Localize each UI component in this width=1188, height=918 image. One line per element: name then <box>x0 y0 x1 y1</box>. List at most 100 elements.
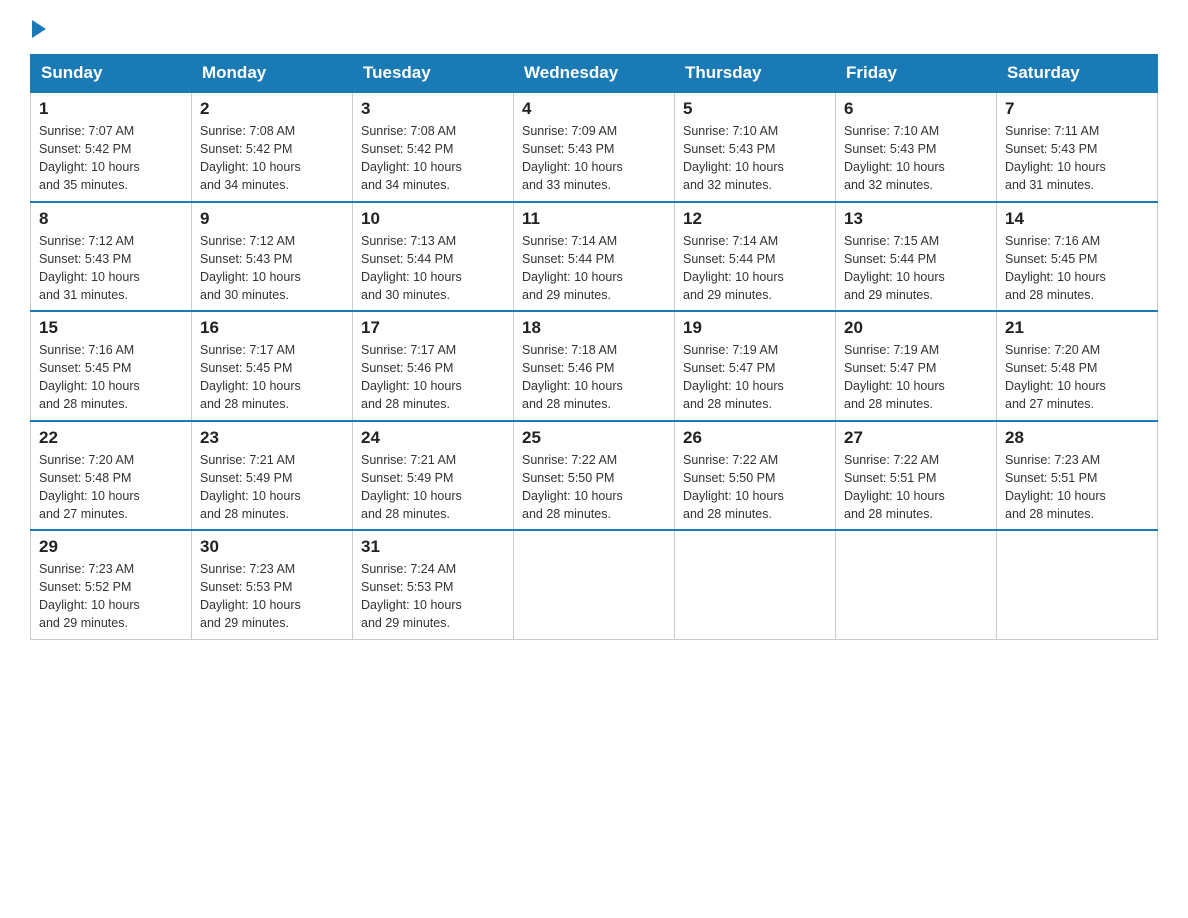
day-info: Sunrise: 7:21 AMSunset: 5:49 PMDaylight:… <box>200 451 344 524</box>
day-number: 19 <box>683 318 827 338</box>
day-of-week-header: Sunday <box>31 55 192 93</box>
day-info: Sunrise: 7:09 AMSunset: 5:43 PMDaylight:… <box>522 122 666 195</box>
calendar-cell: 18Sunrise: 7:18 AMSunset: 5:46 PMDayligh… <box>514 311 675 421</box>
calendar-cell: 1 Sunrise: 7:07 AMSunset: 5:42 PMDaylight… <box>31 92 192 202</box>
logo-arrow-icon <box>32 20 46 38</box>
calendar-cell: 13 Sunrise: 7:15 AMSunset: 5:44 PMDayligh… <box>836 202 997 312</box>
calendar-cell: 14 Sunrise: 7:16 AMSunset: 5:45 PMDayligh… <box>997 202 1158 312</box>
calendar-cell: 22 Sunrise: 7:20 AMSunset: 5:48 PMDayligh… <box>31 421 192 531</box>
day-number: 26 <box>683 428 827 448</box>
day-info: Sunrise: 7:22 AMSunset: 5:50 PMDaylight:… <box>683 451 827 524</box>
calendar-cell: 26 Sunrise: 7:22 AMSunset: 5:50 PMDayligh… <box>675 421 836 531</box>
calendar-cell: 10Sunrise: 7:13 AMSunset: 5:44 PMDayligh… <box>353 202 514 312</box>
calendar-cell <box>514 530 675 639</box>
day-info: Sunrise: 7:14 AMSunset: 5:44 PMDaylight:… <box>683 232 827 305</box>
calendar-cell: 29Sunrise: 7:23 AMSunset: 5:52 PMDayligh… <box>31 530 192 639</box>
day-number: 11 <box>522 209 666 229</box>
day-number: 9 <box>200 209 344 229</box>
day-of-week-header: Thursday <box>675 55 836 93</box>
calendar-cell: 21 Sunrise: 7:20 AMSunset: 5:48 PMDayligh… <box>997 311 1158 421</box>
calendar-cell: 27 Sunrise: 7:22 AMSunset: 5:51 PMDayligh… <box>836 421 997 531</box>
calendar-cell: 20 Sunrise: 7:19 AMSunset: 5:47 PMDayligh… <box>836 311 997 421</box>
day-info: Sunrise: 7:22 AMSunset: 5:51 PMDaylight:… <box>844 451 988 524</box>
day-number: 31 <box>361 537 505 557</box>
day-info: Sunrise: 7:12 AMSunset: 5:43 PMDaylight:… <box>200 232 344 305</box>
day-info: Sunrise: 7:23 AMSunset: 5:51 PMDaylight:… <box>1005 451 1149 524</box>
day-info: Sunrise: 7:21 AMSunset: 5:49 PMDaylight:… <box>361 451 505 524</box>
day-number: 6 <box>844 99 988 119</box>
day-info: Sunrise: 7:20 AMSunset: 5:48 PMDaylight:… <box>39 451 183 524</box>
day-info: Sunrise: 7:19 AMSunset: 5:47 PMDaylight:… <box>683 341 827 414</box>
calendar-cell: 3 Sunrise: 7:08 AMSunset: 5:42 PMDaylight… <box>353 92 514 202</box>
calendar-cell: 12 Sunrise: 7:14 AMSunset: 5:44 PMDayligh… <box>675 202 836 312</box>
day-number: 27 <box>844 428 988 448</box>
day-info: Sunrise: 7:07 AMSunset: 5:42 PMDaylight:… <box>39 122 183 195</box>
calendar-week-row: 15 Sunrise: 7:16 AMSunset: 5:45 PMDayligh… <box>31 311 1158 421</box>
calendar-week-row: 8 Sunrise: 7:12 AMSunset: 5:43 PMDaylight… <box>31 202 1158 312</box>
day-number: 24 <box>361 428 505 448</box>
day-of-week-header: Saturday <box>997 55 1158 93</box>
day-number: 3 <box>361 99 505 119</box>
day-number: 23 <box>200 428 344 448</box>
day-info: Sunrise: 7:16 AMSunset: 5:45 PMDaylight:… <box>1005 232 1149 305</box>
day-info: Sunrise: 7:18 AMSunset: 5:46 PMDaylight:… <box>522 341 666 414</box>
day-info: Sunrise: 7:17 AMSunset: 5:45 PMDaylight:… <box>200 341 344 414</box>
page-header <box>30 20 1158 34</box>
day-number: 30 <box>200 537 344 557</box>
calendar-week-row: 1 Sunrise: 7:07 AMSunset: 5:42 PMDaylight… <box>31 92 1158 202</box>
day-number: 14 <box>1005 209 1149 229</box>
day-number: 22 <box>39 428 183 448</box>
day-number: 4 <box>522 99 666 119</box>
day-info: Sunrise: 7:15 AMSunset: 5:44 PMDaylight:… <box>844 232 988 305</box>
day-info: Sunrise: 7:08 AMSunset: 5:42 PMDaylight:… <box>200 122 344 195</box>
day-number: 12 <box>683 209 827 229</box>
calendar-cell: 6 Sunrise: 7:10 AMSunset: 5:43 PMDaylight… <box>836 92 997 202</box>
day-number: 25 <box>522 428 666 448</box>
calendar-cell: 28 Sunrise: 7:23 AMSunset: 5:51 PMDayligh… <box>997 421 1158 531</box>
calendar-cell: 17 Sunrise: 7:17 AMSunset: 5:46 PMDayligh… <box>353 311 514 421</box>
day-number: 15 <box>39 318 183 338</box>
day-info: Sunrise: 7:08 AMSunset: 5:42 PMDaylight:… <box>361 122 505 195</box>
calendar-cell: 8 Sunrise: 7:12 AMSunset: 5:43 PMDaylight… <box>31 202 192 312</box>
day-number: 5 <box>683 99 827 119</box>
calendar-cell: 15 Sunrise: 7:16 AMSunset: 5:45 PMDayligh… <box>31 311 192 421</box>
day-info: Sunrise: 7:22 AMSunset: 5:50 PMDaylight:… <box>522 451 666 524</box>
day-number: 13 <box>844 209 988 229</box>
day-number: 29 <box>39 537 183 557</box>
day-of-week-header: Monday <box>192 55 353 93</box>
calendar-cell: 31 Sunrise: 7:24 AMSunset: 5:53 PMDayligh… <box>353 530 514 639</box>
calendar-cell: 5 Sunrise: 7:10 AMSunset: 5:43 PMDaylight… <box>675 92 836 202</box>
day-number: 21 <box>1005 318 1149 338</box>
day-info: Sunrise: 7:16 AMSunset: 5:45 PMDaylight:… <box>39 341 183 414</box>
calendar-table: SundayMondayTuesdayWednesdayThursdayFrid… <box>30 54 1158 640</box>
day-info: Sunrise: 7:10 AMSunset: 5:43 PMDaylight:… <box>683 122 827 195</box>
day-number: 8 <box>39 209 183 229</box>
day-info: Sunrise: 7:12 AMSunset: 5:43 PMDaylight:… <box>39 232 183 305</box>
day-info: Sunrise: 7:10 AMSunset: 5:43 PMDaylight:… <box>844 122 988 195</box>
calendar-cell: 16 Sunrise: 7:17 AMSunset: 5:45 PMDayligh… <box>192 311 353 421</box>
day-number: 28 <box>1005 428 1149 448</box>
calendar-cell <box>997 530 1158 639</box>
calendar-cell: 11Sunrise: 7:14 AMSunset: 5:44 PMDayligh… <box>514 202 675 312</box>
calendar-week-row: 22 Sunrise: 7:20 AMSunset: 5:48 PMDayligh… <box>31 421 1158 531</box>
day-number: 17 <box>361 318 505 338</box>
calendar-header-row: SundayMondayTuesdayWednesdayThursdayFrid… <box>31 55 1158 93</box>
day-number: 20 <box>844 318 988 338</box>
day-info: Sunrise: 7:19 AMSunset: 5:47 PMDaylight:… <box>844 341 988 414</box>
day-of-week-header: Wednesday <box>514 55 675 93</box>
calendar-cell <box>836 530 997 639</box>
day-info: Sunrise: 7:23 AMSunset: 5:53 PMDaylight:… <box>200 560 344 633</box>
calendar-cell: 25 Sunrise: 7:22 AMSunset: 5:50 PMDayligh… <box>514 421 675 531</box>
day-of-week-header: Friday <box>836 55 997 93</box>
logo <box>30 20 48 34</box>
day-info: Sunrise: 7:24 AMSunset: 5:53 PMDaylight:… <box>361 560 505 633</box>
day-info: Sunrise: 7:17 AMSunset: 5:46 PMDaylight:… <box>361 341 505 414</box>
day-number: 1 <box>39 99 183 119</box>
day-number: 16 <box>200 318 344 338</box>
calendar-cell: 30 Sunrise: 7:23 AMSunset: 5:53 PMDayligh… <box>192 530 353 639</box>
calendar-cell: 7Sunrise: 7:11 AMSunset: 5:43 PMDaylight… <box>997 92 1158 202</box>
day-info: Sunrise: 7:20 AMSunset: 5:48 PMDaylight:… <box>1005 341 1149 414</box>
day-info: Sunrise: 7:13 AMSunset: 5:44 PMDaylight:… <box>361 232 505 305</box>
day-number: 2 <box>200 99 344 119</box>
calendar-cell <box>675 530 836 639</box>
